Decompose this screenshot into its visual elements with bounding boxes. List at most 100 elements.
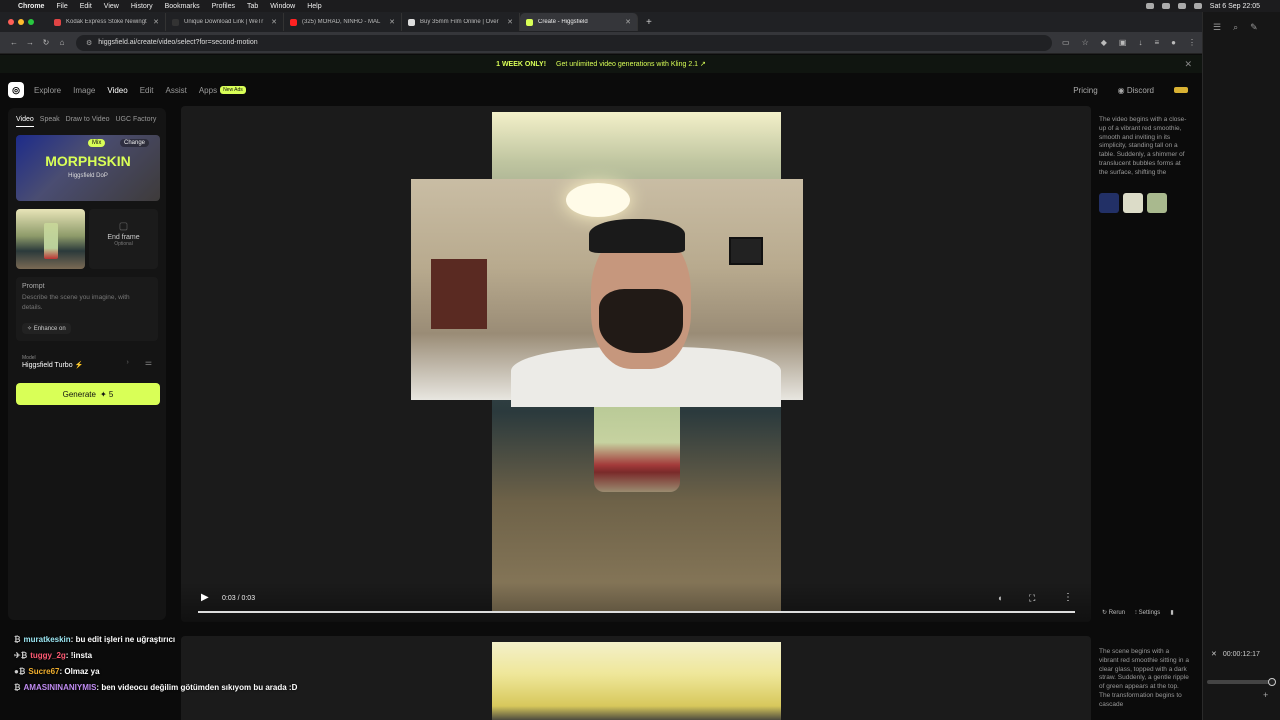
wifi-icon[interactable] [1161, 3, 1170, 9]
menu-view[interactable]: View [104, 3, 119, 10]
fullscreen-icon[interactable]: ⛶ [1029, 593, 1035, 604]
close-tab-icon[interactable]: ✕ [625, 18, 631, 26]
browser-tab[interactable]: Buy 35mm Film Online | Over ✕ [402, 13, 520, 31]
download-icon[interactable]: ↓ [1138, 38, 1142, 47]
battery-icon[interactable] [1177, 3, 1186, 9]
mix-button[interactable]: Mix [88, 139, 106, 147]
browser-tabbar: Kodak Express Stoke Newingt ✕ Unique Dow… [0, 12, 1202, 32]
generate-button[interactable]: Generate ✦ 5 [16, 383, 160, 405]
wand-icon[interactable]: ✎ [1250, 22, 1258, 33]
menu-tab[interactable]: Tab [247, 3, 258, 10]
nav-discord[interactable]: ◉ Discord [1118, 86, 1154, 95]
menu-app-name[interactable]: Chrome [18, 3, 44, 10]
add-icon[interactable]: + [1263, 690, 1268, 700]
close-icon[interactable]: ✕ [1184, 59, 1192, 70]
prompt-field[interactable]: Prompt Describe the scene you imagine, w… [16, 277, 158, 341]
wrench-icon[interactable]: ✕ [1211, 650, 1217, 658]
avatar[interactable] [1174, 87, 1188, 93]
url-field[interactable]: ⚙ higgsfield.ai/create/video/select?for=… [76, 34, 1053, 51]
effect-card[interactable]: Mix Change MORPHSKIN Higgsfield DoP [16, 135, 160, 201]
search-icon[interactable] [1193, 3, 1202, 9]
new-tab-icon[interactable]: + [646, 17, 652, 28]
reload-icon[interactable]: ↻ [38, 38, 54, 47]
shield-icon[interactable]: ◆ [1101, 38, 1107, 47]
bookmark-star-icon[interactable]: ☆ [1082, 38, 1089, 47]
sliders-icon[interactable]: ⚌ [145, 358, 152, 367]
url-text: higgsfield.ai/create/video/select?for=se… [98, 39, 258, 46]
zoom-icon[interactable]: ⌕ [1233, 22, 1238, 33]
browser-tab-active[interactable]: Create - Higgsfield ✕ [520, 13, 638, 31]
list-icon[interactable]: ☰ [1213, 22, 1221, 33]
site-info-icon[interactable]: ⚙ [86, 39, 92, 47]
macos-menubar: Chrome File Edit View History Bookmarks … [0, 0, 1280, 12]
timer-text: 00:00:12:17 [1222, 650, 1260, 658]
tab-draw-to-video[interactable]: Draw to Video [66, 116, 110, 127]
trash-icon[interactable]: ▮ [1170, 609, 1173, 616]
nav-edit[interactable]: Edit [140, 86, 154, 95]
end-frame-upload[interactable]: ▢ End frame Optional [89, 209, 158, 269]
toolbar-icons: ▭ ☆ ◆ ▣ ↓ ≡ ● ⋮ [1062, 38, 1196, 47]
menu-profiles[interactable]: Profiles [212, 3, 235, 10]
media-icon[interactable]: ≡ [1154, 38, 1159, 47]
play-icon[interactable]: ▶ [201, 592, 209, 603]
nav-video[interactable]: Video [107, 86, 127, 95]
start-frame-thumbnail[interactable] [16, 209, 85, 269]
tab-title: Buy 35mm Film Online | Over [420, 19, 499, 25]
menu-window[interactable]: Window [270, 3, 295, 10]
change-effect-button[interactable]: Change [120, 139, 150, 147]
promo-banner[interactable]: 1 WEEK ONLY! Get unlimited video generat… [0, 55, 1202, 73]
close-tab-icon[interactable]: ✕ [153, 18, 159, 26]
volume-slider[interactable] [1207, 678, 1276, 686]
nav-explore[interactable]: Explore [34, 86, 61, 95]
smoothie-thumbnail[interactable] [1123, 193, 1143, 213]
banner-text[interactable]: Get unlimited video generations with Kli… [556, 60, 706, 68]
volume-icon[interactable]: ◖ [997, 593, 1002, 603]
browser-tab[interactable]: Unique Download Link | WeTr ✕ [166, 13, 284, 31]
chevron-right-icon[interactable]: › [126, 359, 128, 366]
forward-icon[interactable]: → [22, 38, 38, 47]
nav-apps[interactable]: Apps New Ads [199, 86, 246, 95]
close-tab-icon[interactable]: ✕ [271, 18, 277, 26]
tab-speak[interactable]: Speak [40, 116, 60, 127]
cast-icon[interactable]: ▭ [1062, 38, 1070, 47]
zoom-window-icon[interactable] [28, 19, 34, 25]
menu-bookmarks[interactable]: Bookmarks [165, 3, 200, 10]
more-options-icon[interactable]: ⋮ [1063, 592, 1073, 603]
morphskin-thumbnail[interactable] [1099, 193, 1119, 213]
tab-video[interactable]: Video [16, 116, 34, 127]
smoothie-thumbnail[interactable] [1147, 193, 1167, 213]
higgsfield-logo-icon[interactable]: ◎ [8, 82, 24, 98]
settings-button[interactable]: ⁝ Settings [1135, 609, 1160, 616]
minimize-window-icon[interactable] [18, 19, 24, 25]
nav-assist[interactable]: Assist [165, 86, 186, 95]
menu-file[interactable]: File [56, 3, 67, 10]
profile-icon[interactable]: ● [1171, 38, 1176, 47]
rerun-label: Rerun [1108, 610, 1126, 616]
browser-tab[interactable]: (325) MORAD, NINHO - MAL ✕ [284, 13, 402, 31]
kebab-menu-icon[interactable]: ⋮ [1188, 38, 1196, 47]
browser-tab[interactable]: Kodak Express Stoke Newingt ✕ [48, 13, 166, 31]
prompt-placeholder[interactable]: Describe the scene you imagine, with det… [22, 293, 152, 313]
tab-ugc-factory[interactable]: UGC Factory [115, 116, 156, 127]
video-player[interactable]: ▶ 0:03 / 0:03 ◖ ⛶ ⋮ [181, 106, 1091, 622]
close-tab-icon[interactable]: ✕ [507, 18, 513, 26]
enhance-toggle[interactable]: ✧ Enhance on [22, 322, 71, 334]
video-player-2[interactable] [181, 636, 1091, 720]
progress-bar[interactable] [198, 611, 1075, 613]
menu-edit[interactable]: Edit [80, 3, 92, 10]
rerun-button[interactable]: ↻ Rerun [1102, 609, 1125, 616]
menubar-clock[interactable]: Sat 6 Sep 22:05 [1210, 3, 1260, 10]
close-window-icon[interactable] [8, 19, 14, 25]
chat-message: ₿ muratkeskin: bu edit işleri ne uğraştır… [14, 635, 176, 644]
close-tab-icon[interactable]: ✕ [389, 18, 395, 26]
extensions-icon[interactable]: ▣ [1119, 38, 1127, 47]
menu-help[interactable]: Help [307, 3, 321, 10]
nav-pricing[interactable]: Pricing [1073, 86, 1097, 95]
status-icon[interactable] [1145, 3, 1154, 9]
model-selector[interactable]: Model Higgsfield Turbo ⚡ › ⚌ [16, 349, 158, 375]
slider-handle[interactable] [1268, 678, 1276, 686]
home-icon[interactable]: ⌂ [54, 38, 70, 47]
nav-image[interactable]: Image [73, 86, 95, 95]
back-icon[interactable]: ← [6, 38, 22, 47]
menu-history[interactable]: History [131, 3, 153, 10]
